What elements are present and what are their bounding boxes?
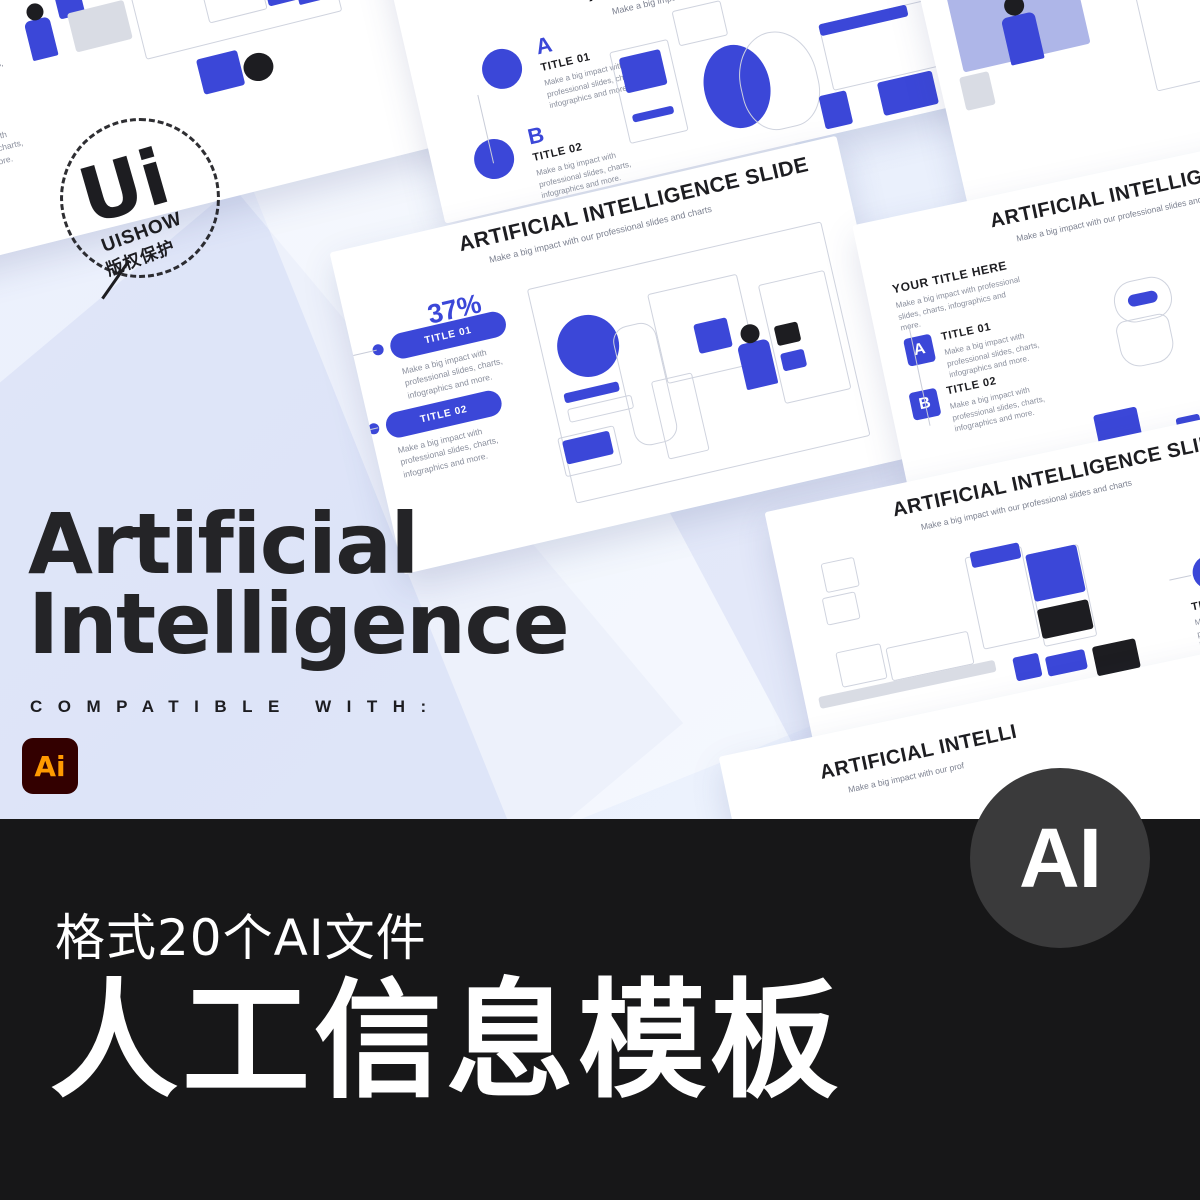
- slide-marker-box: A: [902, 333, 937, 367]
- illustration-chart-tile: [835, 643, 888, 688]
- illustration-share-tile: [1012, 652, 1043, 682]
- slide-connector-line: [1169, 575, 1192, 581]
- ai-badge: AI: [970, 768, 1150, 948]
- slide-marker-circle: [478, 44, 527, 93]
- illustration-card-tile: [821, 591, 861, 626]
- illustration-person: [23, 16, 59, 62]
- illustration-chart-card: [671, 0, 729, 47]
- poster-canvas: ARTIFICIAL INTELLIGENCE SLIDE Make a big…: [0, 0, 1200, 1200]
- illustration-plant-pot: [958, 71, 996, 111]
- slide-item-body: Make a big impact with professional slid…: [0, 129, 25, 184]
- slide-marker-circle: [470, 135, 519, 184]
- page-title: Artificial Intelligence: [28, 495, 570, 673]
- illustration-dna-tile: [818, 90, 854, 130]
- page-title-line-2: Intelligence: [28, 574, 570, 673]
- slide-item-label: TITLE 01: [1190, 591, 1200, 614]
- slide-item-icon: [1189, 551, 1200, 593]
- slide-marker-letter: A: [533, 31, 555, 60]
- slide-marker-letter: B: [525, 121, 548, 150]
- illustration-globe-tile: [852, 130, 892, 162]
- compatible-with-label: COMPATIBLE WITH:: [30, 697, 442, 716]
- hero-section: ARTIFICIAL INTELLIGENCE SLIDE Make a big…: [0, 0, 1200, 819]
- illustration-wifi-tile: [820, 556, 860, 594]
- adobe-illustrator-icon: Ai: [22, 738, 78, 794]
- banner-title: 人工信息模板: [50, 967, 843, 1116]
- illustration-blue-card: [1044, 648, 1089, 677]
- illustration-share-tile: [195, 49, 246, 95]
- illustration-download-tile: [240, 49, 277, 85]
- page-title-line-1: Artificial: [28, 495, 419, 593]
- slide-item-body: Make a big impact with professional slid…: [0, 58, 5, 92]
- watermark: Ui UISHOW 版权保护: [60, 118, 220, 326]
- banner-subtitle: 格式20个AI文件: [55, 909, 427, 967]
- illustration-robot-head: [1131, 0, 1200, 92]
- illustration-robot-body: [1114, 311, 1178, 371]
